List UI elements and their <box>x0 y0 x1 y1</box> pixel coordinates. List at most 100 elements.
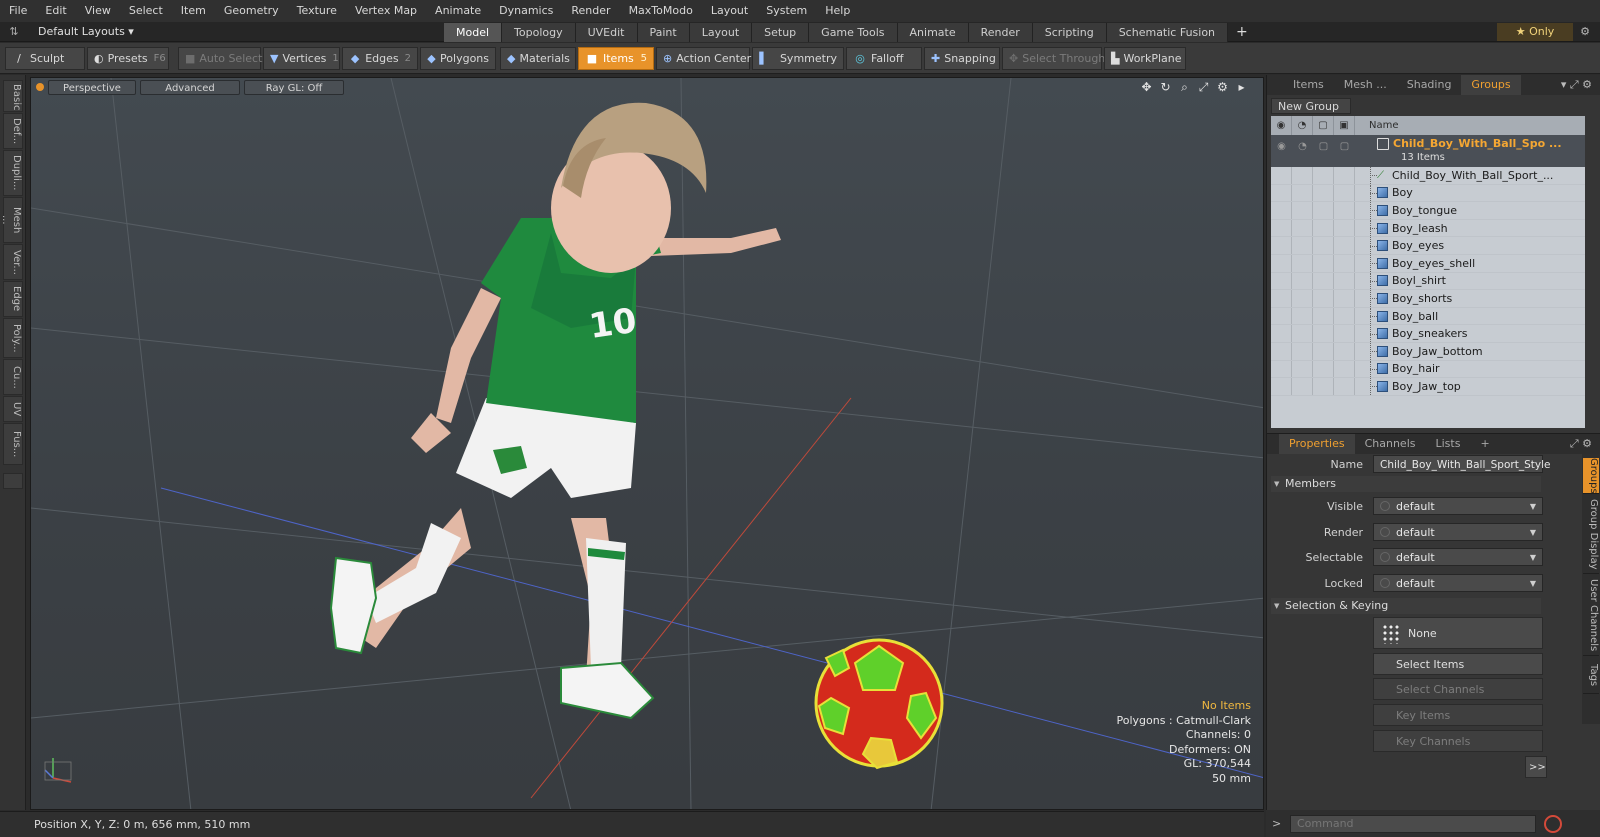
group-row[interactable]: ◉ ◔ ▢ ▢ Child_Boy_With_Ball_Spo ... 13 I… <box>1271 135 1585 167</box>
menu-geometry[interactable]: Geometry <box>215 0 288 22</box>
menu-animate[interactable]: Animate <box>426 0 490 22</box>
menu-item[interactable]: Item <box>172 0 215 22</box>
none-selection-button[interactable]: None <box>1373 617 1543 649</box>
menu-view[interactable]: View <box>76 0 120 22</box>
action-center-button[interactable]: ⊕ Action Center <box>656 47 751 70</box>
side-tab-group-display[interactable]: Group Display <box>1583 496 1599 574</box>
palette-toggle-icon[interactable] <box>3 473 23 489</box>
tab-curve[interactable]: Cu... <box>3 359 23 395</box>
layout-home-icon[interactable]: ⇅ <box>6 24 22 40</box>
gear-icon[interactable]: ⚙ <box>1576 23 1594 41</box>
tree-item[interactable]: Boy_ball <box>1271 307 1585 326</box>
tree-item[interactable]: Boy_tongue <box>1271 202 1585 220</box>
menu-maxtomodo[interactable]: MaxToModo <box>620 0 702 22</box>
tab-deform[interactable]: Def... <box>3 113 23 149</box>
tab-game-tools[interactable]: Game Tools <box>809 23 898 42</box>
tab-paint[interactable]: Paint <box>637 23 690 42</box>
tab-uv[interactable]: UV <box>3 396 23 422</box>
pan-icon[interactable]: ✥ <box>1139 80 1154 95</box>
panel-menu-icon[interactable]: ▾ ⤢ ⚙ <box>1561 78 1600 92</box>
tab-lists[interactable]: Lists <box>1426 434 1471 454</box>
key-items-button[interactable]: Key Items <box>1373 704 1543 726</box>
tree-item[interactable]: Boy_shorts <box>1271 290 1585 308</box>
menu-file[interactable]: File <box>0 0 36 22</box>
tab-mesh[interactable]: Mesh ... <box>0 197 23 243</box>
materials-button[interactable]: ◆ Materials <box>500 47 576 70</box>
select-items-button[interactable]: Select Items <box>1373 653 1543 675</box>
menu-select[interactable]: Select <box>120 0 172 22</box>
record-icon[interactable] <box>1544 815 1562 833</box>
tab-fusion[interactable]: Fus... <box>3 423 23 465</box>
presets-button[interactable]: ◐ Presets F6 <box>87 47 169 70</box>
groups-tree[interactable]: ◉ ◔ ▢ ▣ Name ◉ ◔ ▢ ▢ Child_Boy_With_Ball… <box>1271 116 1585 428</box>
advanced-select[interactable]: Advanced <box>140 79 240 95</box>
snapping-button[interactable]: ✚ Snapping <box>924 47 1000 70</box>
tab-properties[interactable]: Properties <box>1279 434 1355 454</box>
more-button[interactable]: >> <box>1525 756 1547 778</box>
tab-uvedit[interactable]: UVEdit <box>575 23 638 42</box>
select-through-button[interactable]: ✥ Select Through <box>1002 47 1105 70</box>
tree-item[interactable]: Boy_hair <box>1271 360 1585 379</box>
tree-item[interactable]: Boyl_shirt <box>1271 272 1585 291</box>
menu-texture[interactable]: Texture <box>288 0 346 22</box>
members-section[interactable]: Members <box>1271 476 1541 492</box>
panel-menu-icon[interactable]: ⤢ ⚙ <box>1570 437 1600 451</box>
menu-vertex-map[interactable]: Vertex Map <box>346 0 426 22</box>
symmetry-button[interactable]: ▌ Symmetry <box>752 47 844 70</box>
items-button[interactable]: ■ Items 5 <box>578 47 654 70</box>
menu-help[interactable]: Help <box>816 0 859 22</box>
menu-system[interactable]: System <box>757 0 816 22</box>
selection-keying-section[interactable]: Selection & Keying <box>1271 598 1541 614</box>
group-visible-icon[interactable]: ◉ <box>1271 141 1292 152</box>
tab-layout[interactable]: Layout <box>689 23 753 42</box>
new-group-button[interactable]: New Group <box>1271 98 1351 114</box>
fit-icon[interactable]: ⤢ <box>1196 80 1211 95</box>
render-icon[interactable]: ◔ <box>1292 116 1313 135</box>
tab-scripting[interactable]: Scripting <box>1032 23 1107 42</box>
select-channels-button[interactable]: Select Channels <box>1373 678 1543 700</box>
side-tab-user-channels[interactable]: User Channels <box>1583 576 1599 656</box>
auto-select-button[interactable]: ■ Auto Select <box>178 47 262 70</box>
viewport-options-icon[interactable] <box>36 83 44 91</box>
only-toggle[interactable]: ★ Only <box>1497 23 1573 41</box>
menu-layout[interactable]: Layout <box>702 0 757 22</box>
tab-topology[interactable]: Topology <box>502 23 576 42</box>
tab-model[interactable]: Model <box>444 23 503 42</box>
tab-channels[interactable]: Channels <box>1355 434 1426 454</box>
visibility-icon[interactable]: ◉ <box>1271 116 1292 135</box>
rotate-icon[interactable]: ↻ <box>1158 80 1173 95</box>
workplane-button[interactable]: ▙ WorkPlane <box>1104 47 1186 70</box>
add-tab-icon[interactable]: + <box>1470 434 1499 454</box>
vertices-button[interactable]: ▼ Vertices 1 <box>263 47 340 70</box>
tab-mesh[interactable]: Mesh ... <box>1334 75 1397 95</box>
viewport-gear-icon[interactable]: ⚙ <box>1215 80 1230 95</box>
name-field[interactable]: Child_Boy_With_Ball_Sport_Style <box>1373 455 1550 473</box>
menu-dynamics[interactable]: Dynamics <box>490 0 562 22</box>
menu-render[interactable]: Render <box>562 0 619 22</box>
tab-shading[interactable]: Shading <box>1397 75 1462 95</box>
tree-item[interactable]: Boy_leash <box>1271 219 1585 238</box>
render-select[interactable]: default <box>1373 523 1543 542</box>
tree-item[interactable]: Boy_Jaw_top <box>1271 378 1585 396</box>
3d-viewport[interactable]: 10 Perspective Advanced Ray GL: Off ✥ ↻ … <box>30 77 1264 810</box>
tab-schematic-fusion[interactable]: Schematic Fusion <box>1106 23 1229 42</box>
tab-groups[interactable]: Groups <box>1461 75 1521 95</box>
falloff-button[interactable]: ◎ Falloff <box>846 47 922 70</box>
group-select-icon[interactable]: ▢ <box>1313 141 1334 152</box>
perspective-select[interactable]: Perspective <box>48 79 136 95</box>
group-render-icon[interactable]: ◔ <box>1292 141 1313 152</box>
menu-edit[interactable]: Edit <box>36 0 75 22</box>
select-icon[interactable]: ▢ <box>1313 116 1334 135</box>
tree-item[interactable]: Boy_eyes <box>1271 237 1585 255</box>
group-lock-icon[interactable]: ▢ <box>1334 141 1355 152</box>
selectable-select[interactable]: default <box>1373 548 1543 567</box>
tab-render[interactable]: Render <box>968 23 1033 42</box>
tree-item[interactable]: Boy_sneakers <box>1271 325 1585 343</box>
sculpt-button[interactable]: / Sculpt <box>5 47 85 70</box>
key-channels-button[interactable]: Key Channels <box>1373 730 1543 752</box>
side-tab-groups[interactable]: Groups <box>1583 458 1599 494</box>
polygons-button[interactable]: ◆ Polygons <box>420 47 496 70</box>
tab-edge[interactable]: Edge <box>3 281 23 317</box>
tab-animate[interactable]: Animate <box>897 23 969 42</box>
edges-button[interactable]: ◆ Edges 2 <box>342 47 418 70</box>
